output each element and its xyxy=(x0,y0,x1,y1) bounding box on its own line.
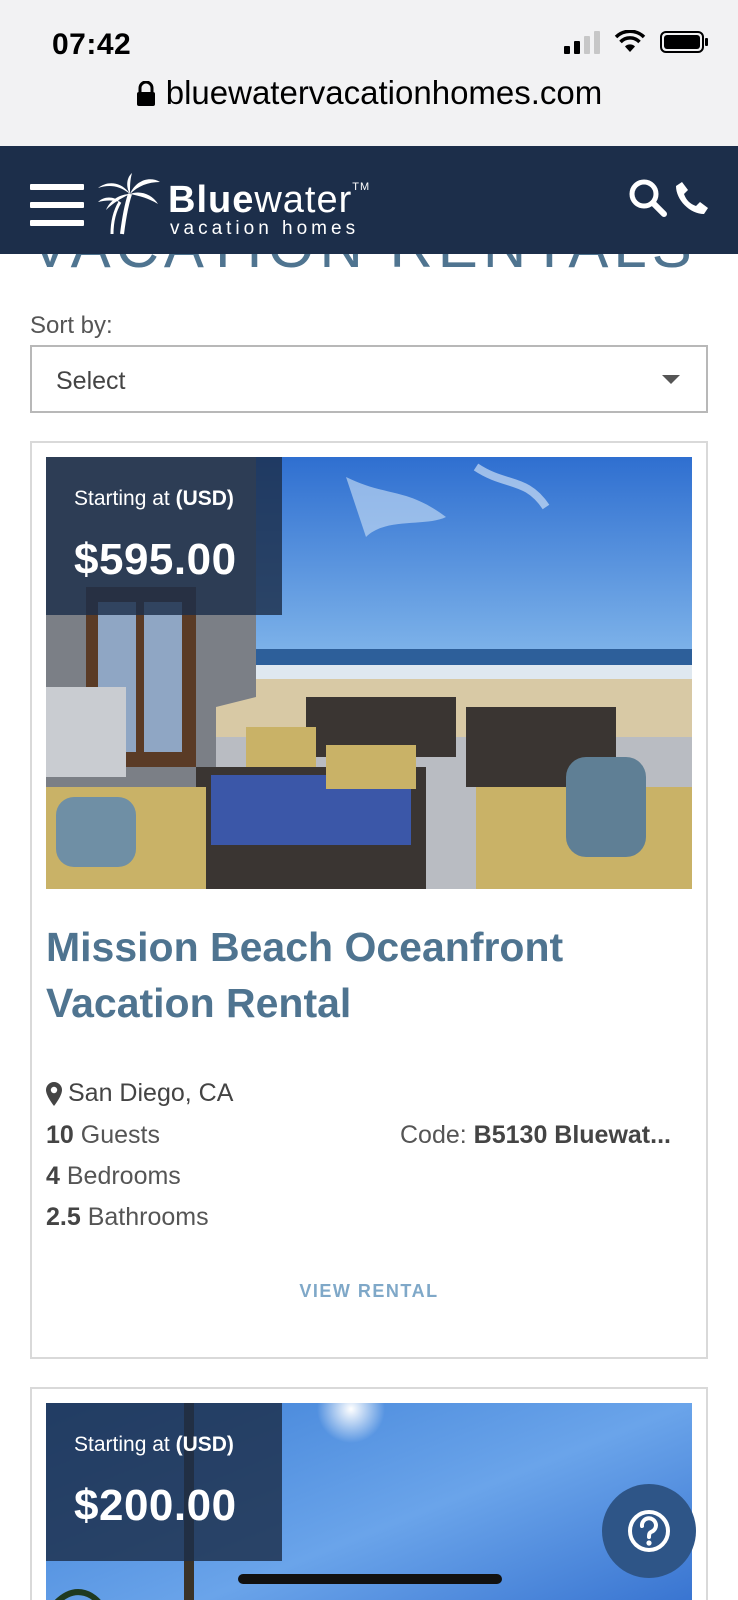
logo-trademark: TM xyxy=(352,181,371,193)
sort-select[interactable]: Select xyxy=(30,345,708,413)
bathrooms-label: Bathrooms xyxy=(87,1203,209,1231)
price-value: $595.00 xyxy=(74,535,237,584)
home-indicator xyxy=(238,1574,502,1584)
price-caption-text: Starting at xyxy=(74,1433,170,1456)
price-currency: (USD) xyxy=(175,487,234,510)
map-pin-icon xyxy=(46,1081,62,1106)
price-caption: Starting at (USD) xyxy=(74,487,234,511)
chevron-down-icon xyxy=(662,375,680,384)
listing-photo[interactable]: Starting at (USD) $200.00 xyxy=(46,1403,692,1600)
listing-card[interactable]: Starting at (USD) $595.00 Mission Beach … xyxy=(30,441,708,1359)
signal-icon xyxy=(564,30,600,54)
price-badge: Starting at (USD) $595.00 xyxy=(46,457,282,615)
guests-label: Guests xyxy=(80,1121,160,1149)
code-value: B5130 Bluewat... xyxy=(473,1121,671,1149)
sort-label: Sort by: xyxy=(30,312,113,339)
search-icon[interactable] xyxy=(628,178,668,218)
status-icons xyxy=(564,30,710,54)
bathrooms-number: 2.5 xyxy=(46,1203,81,1231)
status-time: 07:42 xyxy=(52,28,132,61)
sort-selected-value: Select xyxy=(56,367,126,395)
guests-number: 10 xyxy=(46,1121,74,1149)
price-value: $200.00 xyxy=(74,1481,237,1530)
help-button[interactable] xyxy=(602,1484,696,1578)
location-text: San Diego, CA xyxy=(68,1079,234,1107)
price-caption-text: Starting at xyxy=(74,487,170,510)
lock-icon xyxy=(136,81,155,106)
listing-location: San Diego, CA xyxy=(46,1079,233,1108)
listing-photo[interactable]: Starting at (USD) $595.00 xyxy=(46,457,692,889)
listing-title[interactable]: Mission Beach Oceanfront Vacation Rental xyxy=(46,919,666,1031)
menu-icon[interactable] xyxy=(30,184,84,226)
address-bar[interactable]: bluewatervacationhomes.com xyxy=(0,74,738,112)
status-bar: 07:42 bluewatervacationhomes.com xyxy=(0,0,738,146)
logo-word-rest: water xyxy=(254,179,353,221)
question-icon xyxy=(628,1510,670,1552)
palm-tree-icon xyxy=(98,172,160,234)
bedrooms-label: Bedrooms xyxy=(66,1162,181,1190)
bedrooms-number: 4 xyxy=(46,1162,60,1190)
price-currency: (USD) xyxy=(175,1433,234,1456)
bedrooms-count: 4 Bedrooms xyxy=(46,1162,181,1191)
bathrooms-count: 2.5 Bathrooms xyxy=(46,1203,209,1232)
url-text: bluewatervacationhomes.com xyxy=(165,74,603,111)
battery-icon xyxy=(660,31,708,53)
site-logo[interactable]: BluewaterTM vacation homes xyxy=(92,168,370,239)
price-badge: Starting at (USD) $200.00 xyxy=(46,1403,282,1561)
code-label: Code: xyxy=(400,1121,467,1149)
logo-tagline: vacation homes xyxy=(170,218,360,239)
guests-count: 10 Guests xyxy=(46,1121,160,1150)
logo-word-bold: Blue xyxy=(168,179,255,221)
view-rental-link[interactable]: VIEW RENTAL xyxy=(32,1281,706,1302)
listing-code: Code: B5130 Bluewat... xyxy=(400,1121,676,1150)
phone-icon[interactable] xyxy=(674,180,710,216)
price-caption: Starting at (USD) xyxy=(74,1433,234,1457)
wifi-icon xyxy=(614,30,646,52)
